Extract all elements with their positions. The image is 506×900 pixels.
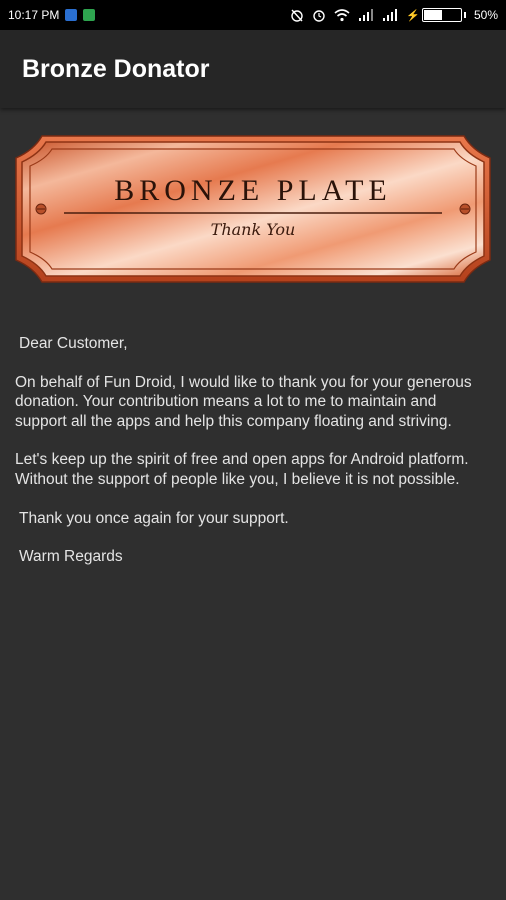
message-icon: [65, 9, 78, 21]
battery-percent: 50%: [473, 8, 498, 22]
plate-title: BRONZE PLATE: [114, 174, 392, 207]
status-time: 10:17 PM: [8, 8, 60, 22]
status-right: ⚡ 50%: [290, 0, 498, 30]
wifi-icon: [334, 9, 350, 22]
status-bar: 10:17 PM ⚡ 50%: [0, 0, 506, 30]
signal-icon-2: [383, 9, 398, 21]
letter-paragraph-1: On behalf of Fun Droid, I would like to …: [15, 373, 472, 430]
letter-paragraph-2: Let's keep up the spirit of free and ope…: [15, 451, 469, 488]
plate-background: [15, 135, 491, 283]
status-left: 10:17 PM: [8, 0, 96, 30]
app-bar: Bronze Donator: [0, 30, 506, 108]
bronze-plate: BRONZE PLATE Thank You: [14, 134, 492, 284]
letter-greeting: Dear Customer,: [19, 335, 128, 352]
app-title: Bronze Donator: [22, 54, 210, 83]
signal-icon: [359, 9, 374, 21]
plate-subtitle: Thank You: [210, 220, 296, 239]
letter-closing: Warm Regards: [19, 548, 123, 566]
letter-paragraph-3: Thank you once again for your support.: [19, 509, 289, 527]
clock-icon: [313, 10, 325, 22]
donation-letter: Dear Customer, On behalf of Fun Droid, I…: [15, 334, 485, 586]
app-notification-icon: [83, 9, 96, 21]
alarm-icon: [291, 9, 303, 22]
battery-icon: ⚡: [406, 8, 466, 22]
